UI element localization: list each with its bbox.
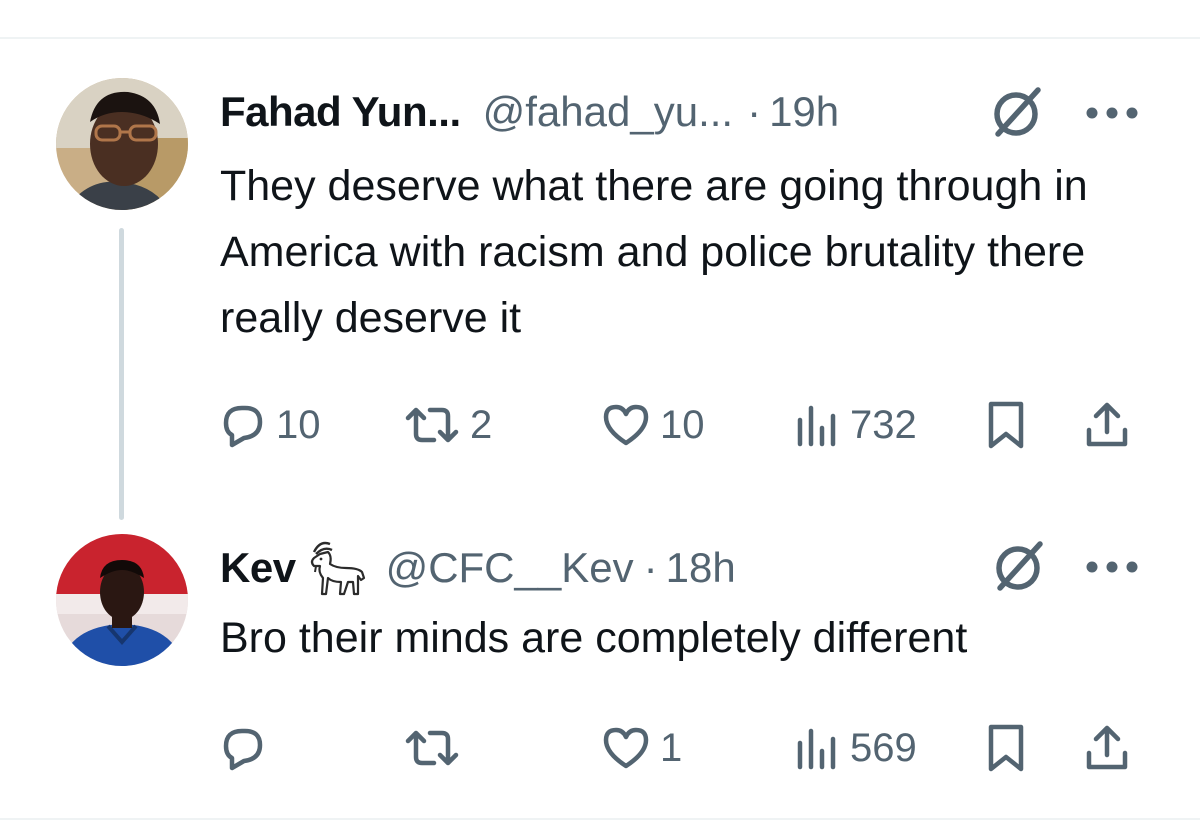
more-icon[interactable] — [1082, 103, 1142, 123]
reply-icon — [220, 402, 266, 448]
views-count: 732 — [850, 402, 917, 447]
retweet-icon — [404, 725, 460, 771]
heart-icon — [602, 725, 650, 771]
share-button[interactable] — [1084, 395, 1130, 455]
grok-icon[interactable] — [990, 538, 1046, 594]
timestamp[interactable]: 19h — [769, 88, 839, 136]
tweet-text: Bro their minds are completely different — [220, 614, 968, 662]
tweet-header: Fahad Yun... @fahad_yu... · 19h — [220, 82, 839, 142]
bookmark-icon — [986, 723, 1026, 773]
retweet-icon — [404, 402, 460, 448]
display-name[interactable]: Kev — [220, 544, 296, 592]
bookmark-icon — [986, 400, 1026, 450]
timestamp[interactable]: 18h — [666, 544, 736, 592]
separator: · — [643, 544, 658, 591]
display-name[interactable]: Fahad Yun... — [220, 88, 461, 136]
share-icon — [1084, 723, 1130, 773]
thread-line — [119, 228, 124, 520]
more-icon[interactable] — [1082, 557, 1142, 577]
retweet-button[interactable]: 2 — [404, 395, 492, 455]
grok-icon[interactable] — [988, 84, 1044, 140]
views-button[interactable]: 732 — [794, 395, 917, 455]
avatar[interactable] — [56, 534, 188, 666]
share-button[interactable] — [1084, 718, 1130, 778]
reply-button[interactable]: 10 — [220, 395, 321, 455]
views-count: 569 — [850, 725, 917, 770]
reply-button[interactable] — [220, 718, 276, 778]
avatar[interactable] — [56, 78, 188, 210]
bottom-divider — [0, 818, 1200, 820]
handle[interactable]: @fahad_yu... — [483, 88, 733, 136]
tweet-header: Kev @CFC__Kev · 18h — [220, 538, 736, 598]
retweet-button[interactable] — [404, 718, 470, 778]
retweet-count: 2 — [470, 402, 493, 447]
share-icon — [1084, 400, 1130, 450]
like-button[interactable]: 10 — [602, 395, 705, 455]
action-bar: 1 569 — [220, 718, 1150, 778]
like-button[interactable]: 1 — [602, 718, 682, 778]
tweet-text: They deserve what there are going throug… — [220, 162, 1088, 342]
like-count: 10 — [660, 402, 705, 447]
views-icon — [794, 402, 840, 448]
like-count: 1 — [660, 725, 683, 770]
goat-icon — [306, 538, 368, 598]
top-divider — [0, 37, 1200, 39]
bookmark-button[interactable] — [986, 718, 1026, 778]
views-button[interactable]: 569 — [794, 718, 917, 778]
reply-icon — [220, 725, 266, 771]
bookmark-button[interactable] — [986, 395, 1026, 455]
action-bar: 10 2 10 732 — [220, 395, 1150, 455]
views-icon — [794, 725, 840, 771]
handle[interactable]: @CFC__Kev — [386, 544, 634, 592]
separator: · — [747, 88, 762, 135]
heart-icon — [602, 402, 650, 448]
reply-count: 10 — [276, 402, 321, 447]
